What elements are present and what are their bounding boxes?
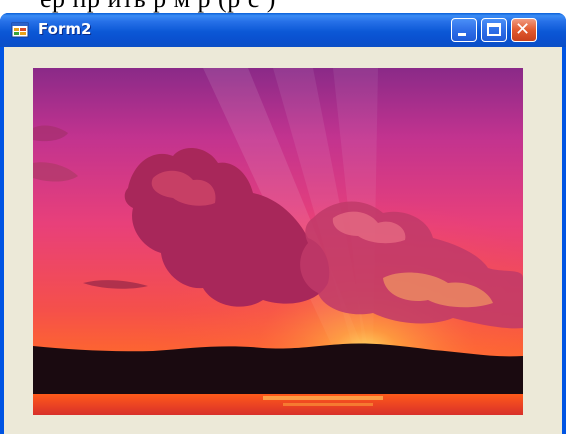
minimize-icon [458,33,466,36]
window-title: Form2 [38,20,92,38]
minimize-button[interactable] [451,18,477,42]
close-icon: ✕ [515,19,531,40]
maximize-button[interactable] [481,18,507,42]
document-text: ер пр ить р м р (р с ) [40,0,276,14]
form-client-area [4,47,562,434]
title-bar[interactable]: Form2 ✕ [0,13,566,47]
sunset-picture-box [33,68,523,415]
form-window: Form2 ✕ [0,13,566,434]
form-app-icon[interactable] [11,21,29,39]
maximize-icon [487,23,501,36]
sunset-image [33,68,523,415]
close-button[interactable]: ✕ [511,18,537,42]
